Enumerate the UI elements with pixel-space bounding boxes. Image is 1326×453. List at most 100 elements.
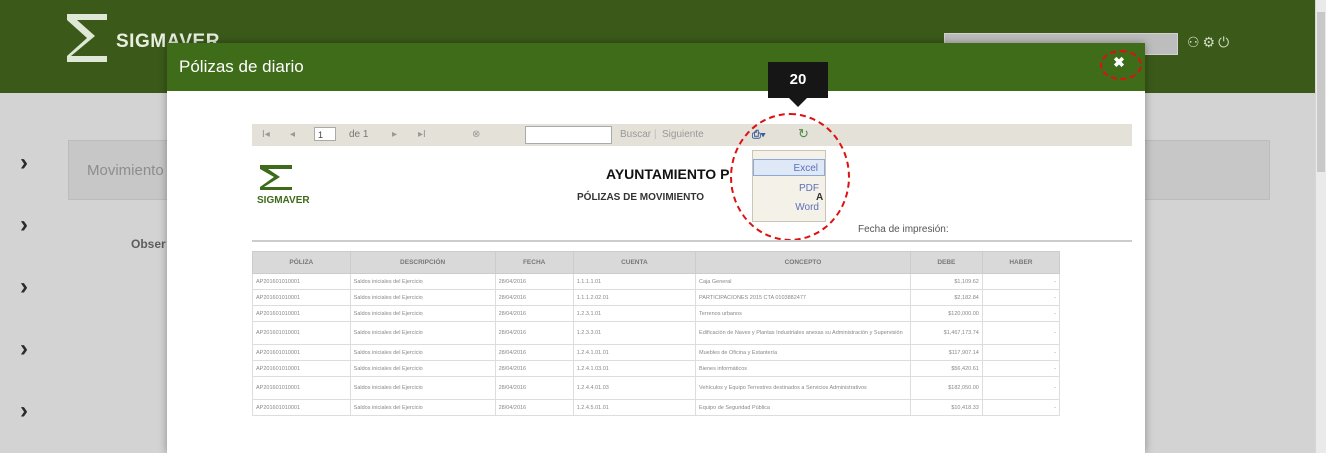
cell-debe: $182,050.00 [909, 376, 983, 400]
step-badge: 20 [768, 62, 828, 98]
observations-label: Obser [131, 237, 166, 251]
cell-debe: $56,420.61 [909, 360, 983, 377]
cell-descripcion: Saldos iniciales del Ejercicio [349, 305, 496, 322]
header-user-icons[interactable]: ⚇⚙⏻ [1187, 34, 1232, 51]
table-row: AP201601010001 Saldos iniciales del Ejerc… [252, 344, 1061, 361]
modal-header: Pólizas de diario [167, 43, 1145, 91]
cell-haber: - [981, 273, 1061, 290]
cell-poliza: AP201601010001 [252, 273, 351, 290]
table-row: AP201601010001 Saldos iniciales del Ejerc… [252, 376, 1061, 400]
find-link[interactable]: Buscar [620, 129, 651, 140]
cell-concepto: Terrenos urbanos [695, 305, 911, 322]
report-subtitle: PÓLIZAS DE MOVIMIENTO A [577, 192, 823, 203]
cell-concepto: Equipo de Seguridad Pública [695, 399, 911, 416]
first-page-button[interactable]: I◂ [262, 129, 270, 140]
last-page-button[interactable]: ▸I [418, 129, 426, 140]
report-subtitle-right: A [816, 192, 824, 203]
report-title: AYUNTAMIENTO P [606, 166, 730, 182]
page-number-input[interactable]: 1 [314, 127, 336, 141]
chevron-right-icon[interactable]: › [20, 213, 38, 237]
column-header: HABER [981, 251, 1061, 274]
cell-descripcion: Saldos iniciales del Ejercicio [349, 273, 496, 290]
scrollbar-thumb[interactable] [1317, 12, 1325, 172]
cell-concepto: Caja General [695, 273, 911, 290]
cell-debe: $1,109.62 [909, 273, 983, 290]
table-row: AP201601010001 Saldos iniciales del Ejerc… [252, 399, 1061, 416]
cell-fecha: 28/04/2016 [494, 360, 574, 377]
cell-cuenta: 1.2.4.4.01.03 [572, 376, 697, 400]
report-subtitle-left: PÓLIZAS DE MOVIMIENTO [577, 192, 705, 203]
column-header: CUENTA [572, 251, 697, 274]
column-header: DESCRIPCIÓN [349, 251, 496, 274]
page-count-label: de 1 [349, 129, 369, 140]
cell-poliza: AP201601010001 [252, 360, 351, 377]
cell-descripcion: Saldos iniciales del Ejercicio [349, 344, 496, 361]
cell-fecha: 28/04/2016 [494, 305, 574, 322]
report-logo-icon [260, 165, 292, 190]
cell-descripcion: Saldos iniciales del Ejercicio [349, 399, 496, 416]
cell-debe: $117,907.14 [909, 344, 983, 361]
table-row: AP201601010001 Saldos iniciales del Ejerc… [252, 305, 1061, 322]
sigmaver-logo-icon [67, 14, 107, 62]
cell-fecha: 28/04/2016 [494, 273, 574, 290]
step-badge-pointer [789, 98, 807, 107]
stop-icon[interactable]: ⊗ [472, 129, 480, 140]
polizas-table: PÓLIZA DESCRIPCIÓN FECHA CUENTA CONCEPTO… [252, 251, 1061, 416]
report-toolbar: I◂ ◂ 1 de 1 ▸ ▸I ⊗ Buscar | Siguiente [252, 124, 1132, 146]
cell-debe: $1,467,173.74 [909, 321, 983, 345]
cell-descripcion: Saldos iniciales del Ejercicio [349, 321, 496, 345]
column-header: FECHA [494, 251, 574, 274]
cell-fecha: 28/04/2016 [494, 399, 574, 416]
cell-concepto: Edificación de Naves y Plantas Industria… [695, 321, 911, 345]
chevron-right-icon[interactable]: › [20, 399, 38, 423]
table-row: AP201601010001 Saldos iniciales del Ejerc… [252, 321, 1061, 345]
table-row: AP201601010001 Saldos iniciales del Ejerc… [252, 289, 1061, 306]
report-divider [252, 240, 1132, 242]
cell-fecha: 28/04/2016 [494, 376, 574, 400]
table-row: AP201601010001 Saldos iniciales del Ejerc… [252, 273, 1061, 290]
cell-poliza: AP201601010001 [252, 344, 351, 361]
cell-debe: $10,418.33 [909, 399, 983, 416]
cell-poliza: AP201601010001 [252, 376, 351, 400]
print-date-label: Fecha de impresión: [858, 224, 949, 235]
chevron-right-icon[interactable]: › [20, 337, 38, 361]
report-logo-text: SIGMAVER [257, 195, 310, 206]
cell-cuenta: 1.2.4.1.03.01 [572, 360, 697, 377]
find-text-input[interactable] [525, 126, 612, 144]
prev-page-button[interactable]: ◂ [290, 129, 295, 140]
cell-fecha: 28/04/2016 [494, 289, 574, 306]
cell-fecha: 28/04/2016 [494, 321, 574, 345]
cell-poliza: AP201601010001 [252, 289, 351, 306]
cell-descripcion: Saldos iniciales del Ejercicio [349, 376, 496, 400]
column-header: DEBE [909, 251, 983, 274]
next-page-button[interactable]: ▸ [392, 129, 397, 140]
cell-concepto: Vehículos y Equipo Terrestres destinados… [695, 376, 911, 400]
find-next-link[interactable]: Siguiente [662, 129, 704, 140]
cell-cuenta: 1.2.3.3.01 [572, 321, 697, 345]
modal-title: Pólizas de diario [179, 57, 304, 76]
table-header-row: PÓLIZA DESCRIPCIÓN FECHA CUENTA CONCEPTO… [252, 251, 1061, 274]
cell-concepto: Muebles de Oficina y Estantería [695, 344, 911, 361]
cell-descripcion: Saldos iniciales del Ejercicio [349, 289, 496, 306]
cell-haber: - [981, 305, 1061, 322]
page-scrollbar[interactable] [1315, 0, 1326, 453]
cell-cuenta: 1.2.4.5.01.01 [572, 399, 697, 416]
cell-poliza: AP201601010001 [252, 305, 351, 322]
cell-debe: $2,182.84 [909, 289, 983, 306]
cell-haber: - [981, 344, 1061, 361]
cell-haber: - [981, 376, 1061, 400]
cell-descripcion: Saldos iniciales del Ejercicio [349, 360, 496, 377]
cell-poliza: AP201601010001 [252, 399, 351, 416]
cell-haber: - [981, 399, 1061, 416]
cell-haber: - [981, 321, 1061, 345]
cell-haber: - [981, 289, 1061, 306]
chevron-right-icon[interactable]: › [20, 151, 38, 175]
movement-panel-label: Movimiento [87, 162, 164, 179]
cell-haber: - [981, 360, 1061, 377]
chevron-right-icon[interactable]: › [20, 275, 38, 299]
cell-cuenta: 1.2.4.1.01.01 [572, 344, 697, 361]
cell-concepto: PARTICIPACIONES 2015 CTA 0103882477 [695, 289, 911, 306]
export-annotation-circle [730, 113, 850, 241]
toolbar-separator: | [654, 129, 657, 140]
column-header: CONCEPTO [695, 251, 911, 274]
